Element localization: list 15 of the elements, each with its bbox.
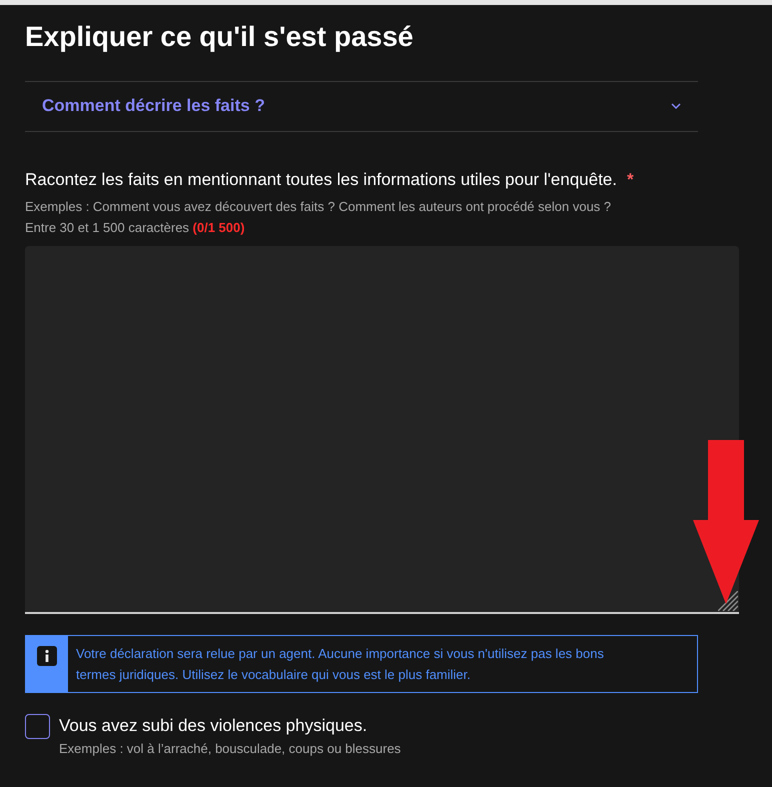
accordion-toggle[interactable]: Comment décrire les faits ? <box>25 82 698 131</box>
character-counter: (0/1 500) <box>192 220 245 235</box>
text-area[interactable] <box>25 246 739 614</box>
field-label: Racontez les faits en mentionnant toutes les informations utiles pour l'enquête. <box>25 169 617 191</box>
notice-text: Votre déclaration sera relue par un agent. Aucune importance si vous n'utilisez pas les bons termes juridiques. Utilisez le vocabulaire qui vous est le plus familier. <box>75 645 605 684</box>
checkbox-label: Vous avez subi des violences physiques. <box>59 715 368 737</box>
field-hint: Exemples : Comment vous avez découvert des faits ? Comment les auteurs ont procédé selon vous ? <box>25 198 612 216</box>
resize-grip-icon <box>718 591 738 611</box>
page-title: Expliquer ce qu'il s'est passé <box>25 20 414 54</box>
required-mark: * <box>626 169 634 191</box>
character-limit: Entre 30 et 1 500 caractères <box>25 220 190 235</box>
chevron-down-icon <box>671 103 681 109</box>
checkbox[interactable] <box>25 714 50 739</box>
checkbox-hint: Exemples : vol à l’arraché, bousculade, coups ou blessures <box>59 740 401 758</box>
info-icon <box>37 646 57 666</box>
